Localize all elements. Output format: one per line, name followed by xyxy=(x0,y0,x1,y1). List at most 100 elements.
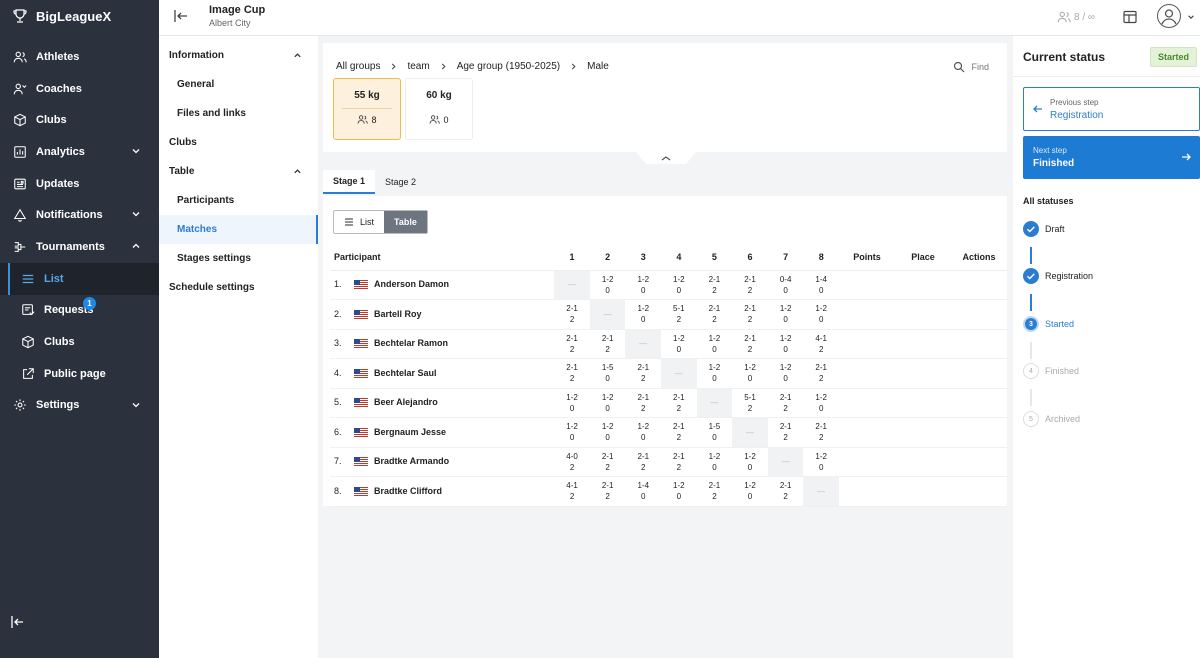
match-cell[interactable]: 2-1 2 xyxy=(589,329,626,359)
participant-name[interactable]: Bartell Roy xyxy=(354,299,555,330)
match-cell[interactable]: 1-5 0 xyxy=(696,417,733,448)
match-cell[interactable]: 2-1 2 xyxy=(732,329,768,359)
match-cell[interactable]: 2-1 2 xyxy=(589,447,626,477)
tab-stage-2[interactable]: Stage 2 xyxy=(375,170,426,194)
match-cell[interactable]: 1-2 0 xyxy=(661,476,697,507)
sidebar-item-list[interactable]: List xyxy=(0,262,159,295)
match-cell[interactable]: 5-1 2 xyxy=(661,299,697,330)
match-cell[interactable]: 2-1 2 xyxy=(803,358,839,389)
subnav-clubs[interactable]: Clubs xyxy=(159,128,318,157)
match-cell[interactable]: 5-1 2 xyxy=(732,388,768,418)
match-cell[interactable]: 1-2 0 xyxy=(661,329,697,359)
breadcrumb-gender[interactable]: Male xyxy=(587,61,609,72)
match-cell[interactable]: 1-5 0 xyxy=(589,358,626,389)
sidebar-item-athletes[interactable]: Athletes xyxy=(0,41,159,73)
match-cell[interactable]: 1-2 0 xyxy=(554,417,590,448)
sidebar-item-notifications[interactable]: Notifications xyxy=(0,199,159,231)
tab-stage-1[interactable]: Stage 1 xyxy=(323,170,376,194)
match-cell[interactable]: 1-2 0 xyxy=(696,447,733,477)
match-cell[interactable]: 2-1 2 xyxy=(767,476,804,507)
match-cell[interactable]: 1-2 0 xyxy=(696,358,733,389)
match-cell[interactable]: 4-1 2 xyxy=(803,329,839,359)
match-cell[interactable]: 1-2 0 xyxy=(589,417,626,448)
subnav-information[interactable]: Information xyxy=(159,41,318,70)
match-cell[interactable]: 1-2 0 xyxy=(767,299,804,330)
participant-name[interactable]: Bergnaum Jesse xyxy=(354,417,555,448)
match-cell[interactable]: 2-1 2 xyxy=(661,388,697,418)
back-arrow-icon[interactable] xyxy=(173,8,189,24)
subnav-files-and-links[interactable]: Files and links xyxy=(159,99,318,128)
subnav-table[interactable]: Table xyxy=(159,157,318,186)
match-cell[interactable]: 2-1 2 xyxy=(732,270,768,300)
layout-icon[interactable] xyxy=(1122,9,1138,25)
match-cell[interactable]: 4-0 2 xyxy=(554,447,590,477)
weight-class-card[interactable]: 60 kg 0 xyxy=(405,78,473,140)
previous-step-button[interactable]: Previous step Registration xyxy=(1023,87,1200,131)
participant-name[interactable]: Bradtke Armando xyxy=(354,447,555,477)
match-cell[interactable]: 2-1 2 xyxy=(625,447,662,477)
match-cell[interactable]: 2-1 2 xyxy=(767,388,804,418)
avatar[interactable] xyxy=(1157,4,1181,28)
participant-name[interactable]: Anderson Damon xyxy=(354,270,555,300)
match-cell[interactable]: 2-1 2 xyxy=(554,329,590,359)
match-cell[interactable]: 1-2 0 xyxy=(732,358,768,389)
sidebar-item-coaches[interactable]: Coaches xyxy=(0,73,159,105)
view-list-button[interactable]: List xyxy=(334,211,384,233)
match-cell[interactable]: 2-1 2 xyxy=(625,388,662,418)
match-cell[interactable]: 2-1 2 xyxy=(554,358,590,389)
breadcrumb-all-groups[interactable]: All groups xyxy=(336,61,380,72)
participant-name[interactable]: Bechtelar Ramon xyxy=(354,329,555,359)
match-cell[interactable]: 1-4 0 xyxy=(625,476,662,507)
sidebar-item-analytics[interactable]: Analytics xyxy=(0,136,159,168)
match-cell[interactable]: 1-2 0 xyxy=(767,329,804,359)
sidebar-item-requests[interactable]: Requests 1 xyxy=(0,295,159,327)
match-cell[interactable]: 2-1 2 xyxy=(732,299,768,330)
match-cell[interactable]: 0-4 0 xyxy=(767,270,804,300)
match-cell[interactable]: 2-1 2 xyxy=(696,476,733,507)
subnav-schedule-settings[interactable]: Schedule settings xyxy=(159,273,318,302)
match-cell[interactable]: 1-2 0 xyxy=(732,447,768,477)
match-cell[interactable]: 1-2 0 xyxy=(589,270,626,300)
sidebar-item-public-page[interactable]: Public page xyxy=(0,358,159,390)
subnav-participants[interactable]: Participants xyxy=(159,186,318,215)
sidebar-item-settings[interactable]: Settings xyxy=(0,390,159,422)
next-step-button[interactable]: Next step Finished xyxy=(1023,136,1200,179)
find-button[interactable]: Find xyxy=(953,61,989,73)
match-cell[interactable]: 2-1 2 xyxy=(554,299,590,330)
match-cell[interactable]: 1-2 0 xyxy=(803,447,839,477)
match-cell[interactable]: 2-1 2 xyxy=(661,417,697,448)
participant-name[interactable]: Bradtke Clifford xyxy=(354,476,555,507)
subnav-general[interactable]: General xyxy=(159,70,318,99)
subnav-stages-settings[interactable]: Stages settings xyxy=(159,244,318,273)
match-cell[interactable]: 1-2 0 xyxy=(625,299,662,330)
match-cell[interactable]: 2-1 2 xyxy=(696,270,733,300)
match-cell[interactable]: 2-1 2 xyxy=(803,417,839,448)
match-cell[interactable]: 1-2 0 xyxy=(803,299,839,330)
participant-name[interactable]: Beer Alejandro xyxy=(354,388,555,418)
subnav-matches[interactable]: Matches xyxy=(159,215,318,244)
match-cell[interactable]: 2-1 2 xyxy=(625,358,662,389)
match-cell[interactable]: 1-2 0 xyxy=(767,358,804,389)
match-cell[interactable]: 2-1 2 xyxy=(767,417,804,448)
sidebar-item-tournaments[interactable]: Tournaments xyxy=(0,231,159,263)
sidebar-item-tournament-clubs[interactable]: Clubs xyxy=(0,326,159,358)
brand[interactable]: BigLeagueX xyxy=(0,0,159,32)
match-cell[interactable]: 2-1 2 xyxy=(696,299,733,330)
match-cell[interactable]: 1-4 0 xyxy=(803,270,839,300)
breadcrumb-age-group[interactable]: Age group (1950-2025) xyxy=(457,61,560,72)
breadcrumb-team[interactable]: team xyxy=(407,61,429,72)
match-cell[interactable]: 1-2 0 xyxy=(732,476,768,507)
participant-name[interactable]: Bechtelar Saul xyxy=(354,358,555,389)
weight-class-card[interactable]: 55 kg 8 xyxy=(333,78,401,140)
match-cell[interactable]: 1-2 0 xyxy=(661,270,697,300)
view-table-button[interactable]: Table xyxy=(384,211,427,233)
match-cell[interactable]: 2-1 2 xyxy=(661,447,697,477)
sidebar-item-clubs[interactable]: Clubs xyxy=(0,104,159,136)
collapse-sidebar-icon[interactable] xyxy=(10,614,26,630)
match-cell[interactable]: 4-1 2 xyxy=(554,476,590,507)
match-cell[interactable]: 2-1 2 xyxy=(589,476,626,507)
sidebar-item-updates[interactable]: Updates xyxy=(0,168,159,200)
match-cell[interactable]: 1-2 0 xyxy=(625,270,662,300)
match-cell[interactable]: 1-2 0 xyxy=(625,417,662,448)
collapse-groups-icon[interactable] xyxy=(636,152,696,164)
